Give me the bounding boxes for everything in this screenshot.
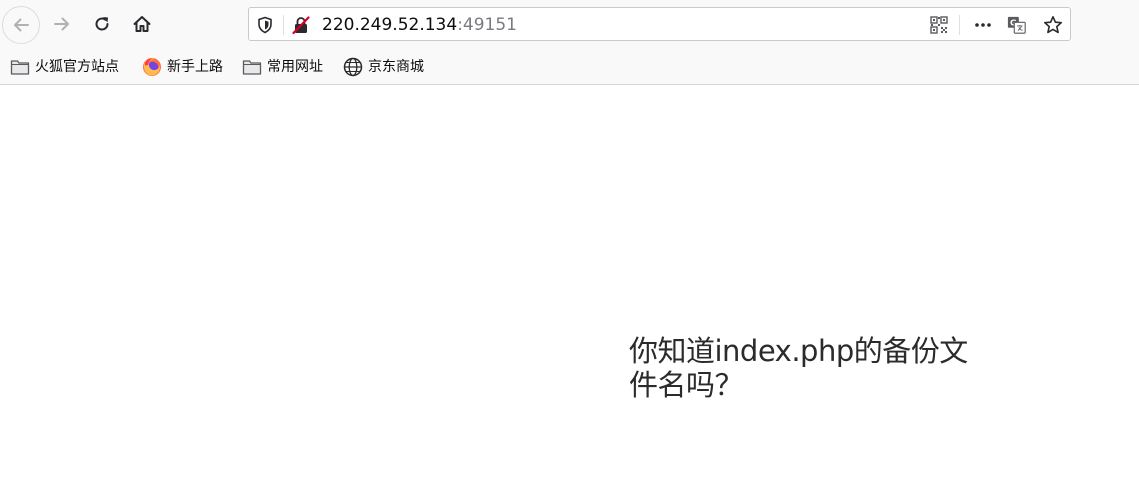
translate-icon: G — [1007, 16, 1026, 34]
page-content: 你知道index.php的备份文件名吗？ — [0, 86, 1139, 492]
qr-code-button[interactable] — [929, 15, 949, 35]
bookmark-label: 火狐官方站点 — [35, 59, 119, 75]
bookmark-jd-mall[interactable]: 京东商城 — [343, 56, 424, 78]
qr-code-icon — [930, 16, 948, 34]
arrow-right-icon — [54, 17, 69, 31]
folder-icon — [10, 60, 30, 75]
bookmark-label: 常用网址 — [267, 59, 323, 75]
home-button[interactable] — [126, 8, 158, 40]
reload-button[interactable] — [86, 8, 118, 40]
back-button[interactable] — [2, 6, 40, 44]
bookmark-getting-started[interactable]: 新手上路 — [142, 56, 223, 78]
page-message: 你知道index.php的备份文件名吗？ — [629, 334, 968, 402]
insecure-lock-icon — [292, 16, 310, 35]
navigation-toolbar: 220.249.52.134:49151 G — [0, 0, 1139, 48]
url-text[interactable]: 220.249.52.134:49151 — [322, 14, 517, 36]
site-identity-button[interactable] — [291, 15, 311, 35]
url-port: :49151 — [457, 15, 517, 35]
url-bar[interactable]: 220.249.52.134:49151 G — [248, 7, 1071, 41]
more-actions-icon — [975, 23, 991, 27]
bookmark-firefox-official[interactable]: 火狐官方站点 — [10, 56, 119, 78]
bookmark-star-button[interactable] — [1043, 15, 1063, 35]
home-icon — [133, 16, 151, 32]
translate-button[interactable]: G — [1007, 15, 1027, 35]
firefox-icon — [143, 58, 161, 76]
reload-icon — [95, 17, 109, 31]
bookmark-common-sites[interactable]: 常用网址 — [242, 56, 323, 78]
tracking-protection-button[interactable] — [255, 15, 275, 35]
bookmark-label: 新手上路 — [167, 59, 223, 75]
url-host: 220.249.52.134 — [322, 15, 458, 35]
bookmark-label: 京东商城 — [368, 59, 424, 75]
bookmarks-toolbar: 火狐官方站点 新手上路 常用网址 京东商城 — [0, 52, 1139, 82]
shield-icon — [258, 16, 272, 34]
forward-button[interactable] — [46, 8, 78, 40]
arrow-left-icon — [14, 18, 29, 32]
url-separator-2 — [959, 15, 960, 35]
page-actions-button[interactable] — [973, 15, 993, 35]
browser-chrome: 220.249.52.134:49151 G 火狐官方站点 新手上路 常用网址 … — [0, 0, 1139, 85]
star-icon — [1044, 16, 1062, 34]
url-separator — [283, 15, 284, 35]
globe-icon — [343, 57, 363, 77]
folder-icon — [242, 60, 262, 75]
